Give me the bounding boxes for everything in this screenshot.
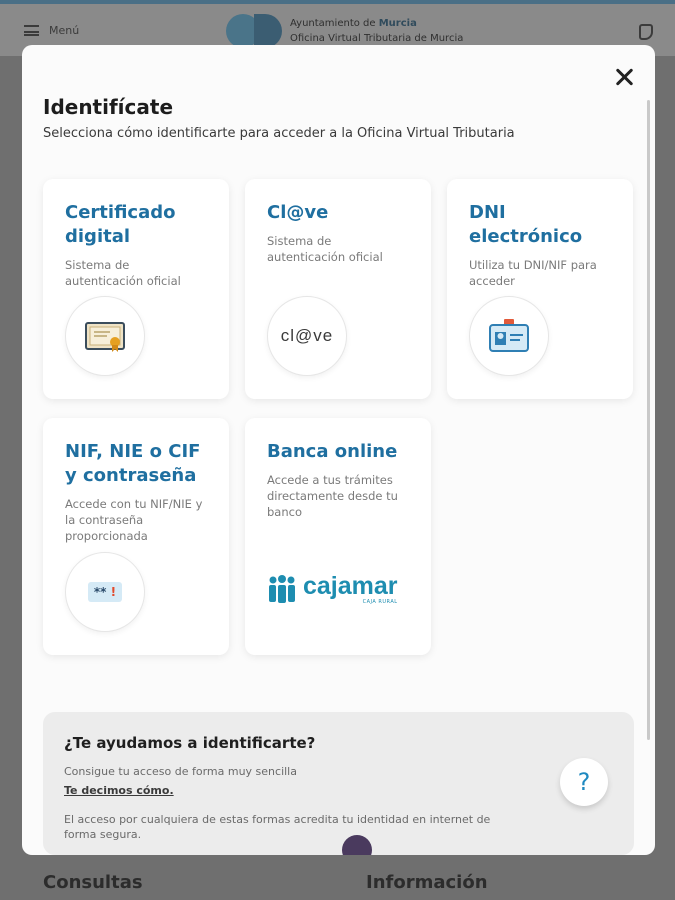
menu-label: Menú xyxy=(49,24,80,37)
card-title: Banca online xyxy=(267,441,398,462)
card-clave[interactable]: Cl@ve Sistema de autenticación oficial c… xyxy=(245,179,431,399)
card-description: Utiliza tu DNI/NIF para acceder xyxy=(469,258,597,288)
help-link[interactable]: Te decimos cómo. xyxy=(64,783,174,798)
modal-subtitle: Selecciona cómo identificarte para acced… xyxy=(43,126,515,141)
card-title: DNI electrónico xyxy=(469,202,583,247)
help-question-button[interactable]: ? xyxy=(560,758,608,806)
org-name-prefix: Ayuntamiento de xyxy=(290,18,376,29)
org-name-city: Murcia xyxy=(378,18,417,29)
card-description: Sistema de autenticación oficial xyxy=(267,234,383,264)
close-icon[interactable] xyxy=(613,65,637,89)
footer-informacion: Información xyxy=(366,872,488,893)
cajamar-logo-text: cajamar xyxy=(303,572,398,600)
org-name-block: Ayuntamiento de Murcia Oficina Virtual T… xyxy=(290,16,463,46)
card-description: Accede a tus trámites directamente desde… xyxy=(267,473,398,519)
modal-title: Identifícate xyxy=(43,95,174,119)
logo-mark-half xyxy=(254,14,282,48)
footer-consultas: Consultas xyxy=(43,872,143,893)
phone-icon[interactable] xyxy=(639,24,653,40)
cajamar-mark-icon xyxy=(269,575,295,603)
modal-scrollbar[interactable] xyxy=(647,100,650,740)
menu-button[interactable]: Menú xyxy=(24,24,79,37)
card-description: Sistema de autenticación oficial xyxy=(65,258,181,288)
help-note: El acceso por cualquiera de estas formas… xyxy=(64,813,491,841)
identify-modal: Identifícate Selecciona cómo identificar… xyxy=(22,45,655,855)
cajamar-logo-sub: CAJA RURAL xyxy=(362,599,398,605)
card-title: Certificado digital xyxy=(65,202,176,247)
password-icon: ** ! xyxy=(65,552,145,632)
card-description: Accede con tu NIF/NIE y la contraseña pr… xyxy=(65,497,203,543)
clave-logo-text: cl@ve xyxy=(280,326,334,345)
card-certificado-digital[interactable]: Certificado digital Sistema de autentica… xyxy=(43,179,229,399)
cajamar-logo: cajamar CAJA RURAL xyxy=(267,573,398,605)
card-dni-electronico[interactable]: DNI electrónico Utiliza tu DNI/NIF para … xyxy=(447,179,633,399)
help-title: ¿Te ayudamos a identificarte? xyxy=(64,734,316,752)
hamburger-icon xyxy=(24,25,39,36)
site-logo[interactable]: Ayuntamiento de Murcia Oficina Virtual T… xyxy=(226,14,463,48)
help-box: ¿Te ayudamos a identificarte? Consigue t… xyxy=(43,712,634,855)
card-nif-contrasena[interactable]: NIF, NIE o CIF y contraseña Accede con t… xyxy=(43,418,229,655)
help-text: Consigue tu acceso de forma muy sencilla xyxy=(64,765,297,778)
org-subtitle: Oficina Virtual Tributaria de Murcia xyxy=(290,33,464,44)
card-title: Cl@ve xyxy=(267,202,329,223)
card-title: NIF, NIE o CIF y contraseña xyxy=(65,441,201,486)
id-card-icon xyxy=(469,296,549,376)
certificate-icon xyxy=(65,296,145,376)
clave-logo-icon: cl@ve xyxy=(267,296,347,376)
card-banca-online[interactable]: Banca online Accede a tus trámites direc… xyxy=(245,418,431,655)
